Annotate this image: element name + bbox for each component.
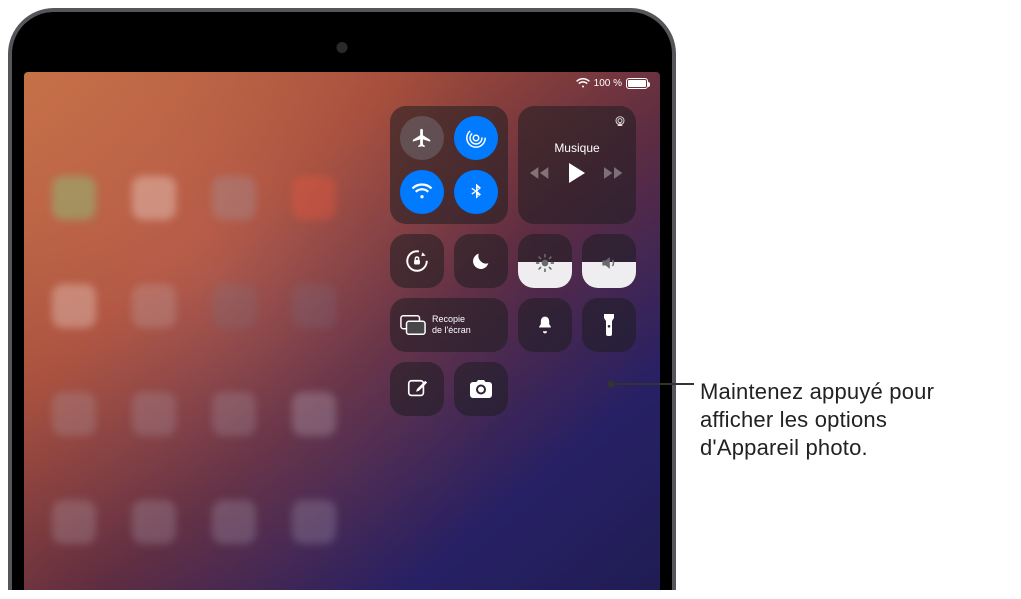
media-title: Musique: [554, 141, 599, 155]
device-camera-dot: [337, 42, 348, 53]
brightness-slider[interactable]: [518, 234, 572, 288]
orientation-lock-toggle[interactable]: [390, 234, 444, 288]
media-prev-button[interactable]: [530, 165, 550, 186]
media-play-button[interactable]: [568, 163, 586, 188]
silent-mode-button[interactable]: [518, 298, 572, 352]
sun-icon: [535, 253, 555, 278]
annotation-text: Maintenez appuyé pour afficher les optio…: [700, 378, 990, 462]
status-bar: 100 %: [576, 78, 648, 89]
airplay-audio-icon: [612, 114, 628, 130]
volume-slider[interactable]: [582, 234, 636, 288]
wifi-toggle-icon: [411, 181, 433, 203]
forward-icon: [604, 165, 624, 181]
airdrop-toggle[interactable]: [454, 116, 498, 160]
screen-mirroring-button[interactable]: Recopie de l'écran: [390, 298, 508, 352]
airplane-icon: [411, 127, 433, 149]
airdrop-icon: [465, 127, 487, 149]
camera-button[interactable]: [454, 362, 508, 416]
notes-button[interactable]: [390, 362, 444, 416]
connectivity-tile[interactable]: [390, 106, 508, 224]
screen-mirroring-icon: [400, 314, 426, 336]
moon-icon: [470, 250, 492, 272]
wifi-toggle[interactable]: [400, 170, 444, 214]
speaker-icon: [599, 253, 619, 278]
flashlight-button[interactable]: [582, 298, 636, 352]
airplane-mode-toggle[interactable]: [400, 116, 444, 160]
bluetooth-toggle[interactable]: [454, 170, 498, 214]
device-screen: 100 %: [22, 70, 662, 590]
bluetooth-icon: [466, 182, 486, 202]
bell-icon: [535, 314, 555, 336]
media-tile[interactable]: Musique: [518, 106, 636, 224]
play-icon: [568, 163, 586, 183]
wifi-icon: [576, 78, 590, 89]
media-next-button[interactable]: [604, 165, 624, 186]
control-center: Musique: [390, 106, 638, 416]
screen-mirroring-label: Recopie de l'écran: [432, 314, 471, 336]
rewind-icon: [530, 165, 550, 181]
battery-percent-label: 100 %: [594, 78, 622, 89]
flashlight-icon: [602, 313, 616, 337]
do-not-disturb-toggle[interactable]: [454, 234, 508, 288]
camera-icon: [469, 379, 493, 399]
battery-icon: [626, 78, 648, 89]
orientation-lock-icon: [404, 248, 430, 274]
compose-icon: [406, 378, 428, 400]
device-frame: 100 %: [8, 8, 676, 590]
